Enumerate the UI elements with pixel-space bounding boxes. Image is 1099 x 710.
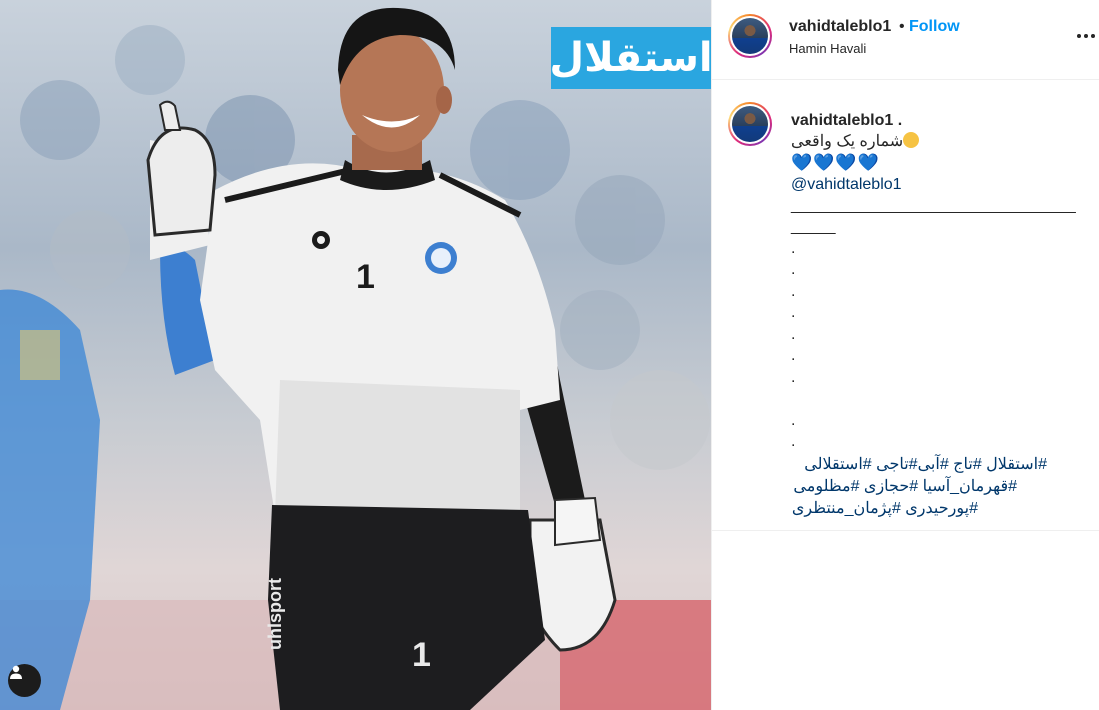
caption-dot: .	[791, 369, 796, 386]
user-tag-button[interactable]	[8, 664, 41, 697]
caption-title: شماره یک واقعی	[791, 131, 920, 152]
follow-button[interactable]: Follow	[909, 18, 960, 36]
caption-rule: ________________________________	[791, 197, 1076, 214]
caption-area: vahidtaleblo1 . شماره یک واقعی 💙💙💙💙 @vah…	[712, 80, 1099, 531]
more-options-icon	[1077, 34, 1081, 38]
header-separator: •	[899, 18, 905, 35]
caption-dot: .	[791, 326, 796, 343]
post-image: 1 1 uhlsport استقلال	[0, 0, 711, 710]
post-header: vahidtaleblo1 • Follow Hamin Havali	[712, 0, 1099, 80]
shorts-brand: uhlsport	[265, 578, 285, 650]
header-username[interactable]: vahidtaleblo1	[789, 18, 891, 36]
caption-username[interactable]: vahidtaleblo1 .	[791, 112, 902, 130]
caption-avatar[interactable]	[728, 102, 772, 146]
caption-dot: .	[791, 433, 796, 450]
post-side-panel: vahidtaleblo1 • Follow Hamin Havali vahi…	[711, 0, 1099, 710]
caption-dot: .	[791, 240, 796, 257]
shorts-number: 1	[412, 636, 431, 674]
caption-avatar-image	[732, 106, 768, 142]
caption-dot: .	[791, 412, 796, 429]
club-banner: استقلال	[549, 27, 711, 89]
user-tag-icon	[10, 665, 22, 679]
avatar[interactable]	[728, 14, 772, 58]
caption-hashtags-line3[interactable]: #پورحیدری #پژمان_منتظری	[791, 498, 978, 519]
caption-dot: .	[791, 261, 796, 278]
caption-hearts: 💙💙💙💙	[791, 153, 880, 172]
more-options-button[interactable]	[1074, 24, 1098, 48]
caption-dot: .	[791, 347, 796, 364]
caption-hashtags-line2[interactable]: #قهرمان_آسیا #حجازی #مظلومی	[791, 476, 1017, 497]
caption-rule-tail: _____	[791, 218, 836, 235]
goalkeeper-photo	[0, 7, 711, 710]
caption-dot: .	[791, 304, 796, 321]
caption-dot: .	[791, 283, 796, 300]
caption-hashtags-line1[interactable]: #استقلال #تاج #آبی#تاجی #استقلالی	[791, 454, 1047, 475]
wink-emoji-icon	[903, 132, 920, 148]
location-link[interactable]: Hamin Havali	[789, 41, 866, 56]
jersey-number: 1	[356, 258, 375, 296]
caption-mention[interactable]: @vahidtaleblo1	[791, 174, 902, 195]
avatar-image	[732, 18, 768, 54]
club-banner-text: استقلال	[549, 35, 711, 81]
